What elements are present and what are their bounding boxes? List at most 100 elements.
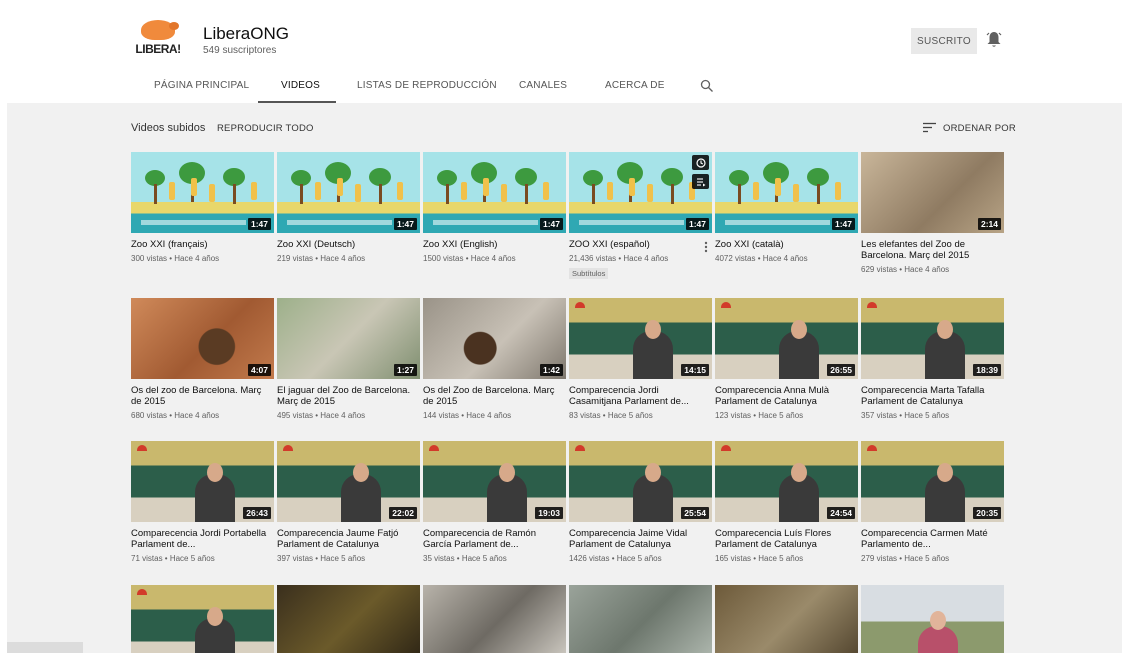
video-card[interactable]: 1:47 Zoo XXI (Deutsch) 219 vistas • Hace 4… — [277, 152, 420, 263]
video-thumbnail[interactable]: 26:55 — [715, 298, 858, 379]
video-title[interactable]: Zoo XXI (català) — [715, 239, 858, 250]
video-thumbnail[interactable]: 14:15 — [569, 298, 712, 379]
video-thumbnail[interactable] — [277, 585, 420, 653]
tab-videos[interactable]: VIDEOS — [281, 80, 320, 91]
sort-icon[interactable] — [923, 122, 936, 133]
video-thumbnail[interactable] — [423, 585, 566, 653]
video-title[interactable]: Les elefantes del Zoo de Barcelona. Març… — [861, 239, 1004, 261]
video-duration: 1:27 — [393, 364, 417, 376]
video-card[interactable] — [277, 585, 420, 653]
more-options-icon[interactable] — [704, 241, 708, 253]
play-all-button[interactable]: REPRODUCIR TODO — [217, 123, 314, 134]
tab-playlists[interactable]: LISTAS DE REPRODUCCIÓN — [357, 80, 497, 91]
parliament-logo-icon — [137, 589, 147, 595]
video-card[interactable]: 18:39 Comparecencia Marta Tafalla Parlame… — [861, 298, 1004, 420]
video-card[interactable] — [569, 585, 712, 653]
video-card[interactable]: 1:47 Zoo XXI (français) 300 vistas • Hace … — [131, 152, 274, 263]
video-duration: 14:15 — [681, 364, 709, 376]
video-title[interactable]: ZOO XXI (español) — [569, 239, 712, 250]
video-title[interactable]: Comparecencia Carmen Maté Parlamento de.… — [861, 528, 1004, 550]
video-title[interactable]: El jaguar del Zoo de Barcelona. Març de … — [277, 385, 420, 407]
video-card[interactable]: 1:47 Zoo XXI (català) 4072 vistas • Hace 4… — [715, 152, 858, 263]
video-title[interactable]: Zoo XXI (français) — [131, 239, 274, 250]
subscribe-button[interactable]: SUSCRITO — [911, 28, 977, 54]
video-title[interactable]: Comparecencia Jordi Portabella Parlament… — [131, 528, 274, 550]
video-card[interactable]: 4:07 Os del zoo de Barcelona. Març de 201… — [131, 298, 274, 420]
video-thumbnail[interactable]: 4:07 — [131, 298, 274, 379]
video-thumbnail[interactable]: 26:43 — [131, 441, 274, 522]
video-thumbnail[interactable]: 24:54 — [715, 441, 858, 522]
video-thumbnail[interactable] — [715, 585, 858, 653]
video-title[interactable]: Comparecencia Jordi Casamitjana Parlamen… — [569, 385, 712, 407]
giraffe-shape — [337, 178, 343, 196]
video-meta: 680 vistas • Hace 4 años — [131, 411, 220, 420]
video-thumbnail[interactable] — [131, 585, 274, 653]
video-card[interactable]: 25:54 Comparecencia Jaime Vidal Parlament… — [569, 441, 712, 563]
tab-channels[interactable]: CANALES — [519, 80, 567, 91]
video-meta: 144 vistas • Hace 4 años — [423, 411, 512, 420]
video-thumbnail[interactable]: 1:47 — [423, 152, 566, 233]
video-card[interactable] — [423, 585, 566, 653]
video-card[interactable]: 20:35 Comparecencia Carmen Maté Parlament… — [861, 441, 1004, 563]
video-title[interactable]: Os del Zoo de Barcelona. Març de 2015 — [423, 385, 566, 407]
giraffe-shape — [835, 182, 841, 200]
video-card[interactable]: 26:55 Comparecencia Anna Mulà Parlament d… — [715, 298, 858, 420]
add-to-queue-icon[interactable] — [692, 174, 709, 189]
video-thumbnail[interactable]: 22:02 — [277, 441, 420, 522]
video-thumbnail[interactable]: 25:54 — [569, 441, 712, 522]
video-card[interactable]: 22:02 Comparecencia Jaume Fatjó Parlament… — [277, 441, 420, 563]
video-title[interactable]: Comparecencia Anna Mulà Parlament de Cat… — [715, 385, 858, 407]
subtitle-strip — [725, 220, 830, 225]
tab-about[interactable]: ACERCA DE — [605, 80, 665, 91]
video-card[interactable]: 1:47 Zoo XXI (English) 1500 vistas • Hace … — [423, 152, 566, 263]
video-thumbnail[interactable]: 1:42 — [423, 298, 566, 379]
channel-name[interactable]: LiberaONG — [203, 24, 289, 44]
video-card[interactable]: 1:42 Os del Zoo de Barcelona. Març de 201… — [423, 298, 566, 420]
video-card[interactable]: 26:43 Comparecencia Jordi Portabella Parl… — [131, 441, 274, 563]
video-thumbnail[interactable]: 1:27 — [277, 298, 420, 379]
video-card[interactable]: 14:15 Comparecencia Jordi Casamitjana Par… — [569, 298, 712, 420]
subtitle-strip — [141, 220, 246, 225]
video-thumbnail[interactable]: 20:35 — [861, 441, 1004, 522]
video-title[interactable]: Os del zoo de Barcelona. Març de 2015 — [131, 385, 274, 407]
video-card[interactable]: 1:47 ZOO XXI (español) 21,436 vistas • Hac… — [569, 152, 712, 281]
video-title[interactable]: Comparecencia Jaume Fatjó Parlament de C… — [277, 528, 420, 550]
video-title[interactable]: Comparecencia Jaime Vidal Parlament de C… — [569, 528, 712, 550]
video-title[interactable]: Zoo XXI (Deutsch) — [277, 239, 420, 250]
video-card[interactable]: 1:27 El jaguar del Zoo de Barcelona. Març… — [277, 298, 420, 420]
video-thumbnail[interactable]: 1:47 — [131, 152, 274, 233]
video-thumbnail[interactable] — [861, 585, 1004, 653]
video-thumbnail[interactable]: 19:03 — [423, 441, 566, 522]
video-duration: 1:47 — [831, 218, 855, 230]
notification-bell-icon[interactable] — [986, 31, 1002, 49]
video-card[interactable] — [131, 585, 274, 653]
video-thumbnail[interactable] — [569, 585, 712, 653]
video-title[interactable]: Comparecencia Marta Tafalla Parlament de… — [861, 385, 1004, 407]
tree-trunk — [154, 184, 157, 204]
video-card[interactable] — [715, 585, 858, 653]
giraffe-shape — [209, 184, 215, 202]
video-thumbnail[interactable]: 1:47 — [569, 152, 712, 233]
video-thumbnail[interactable]: 1:47 — [277, 152, 420, 233]
video-thumbnail[interactable]: 2:14 — [861, 152, 1004, 233]
video-thumbnail[interactable]: 1:47 — [715, 152, 858, 233]
subtitles-badge: Subtítulos — [569, 268, 609, 279]
tab-home[interactable]: PÁGINA PRINCIPAL — [154, 80, 249, 91]
video-duration: 18:39 — [973, 364, 1001, 376]
video-title[interactable]: Comparecencia Luís Flores Parlament de C… — [715, 528, 858, 550]
video-duration: 26:43 — [243, 507, 271, 519]
video-card[interactable]: 19:03 Comparecencia de Ramón García Parla… — [423, 441, 566, 563]
tree-trunk — [300, 184, 303, 204]
channel-avatar[interactable]: LIBERA! — [133, 13, 183, 63]
video-title[interactable]: Comparecencia de Ramón García Parlament … — [423, 528, 566, 550]
search-icon[interactable] — [700, 79, 714, 93]
video-card[interactable] — [861, 585, 1004, 653]
tree-trunk — [671, 184, 674, 204]
video-thumbnail[interactable]: 18:39 — [861, 298, 1004, 379]
watch-later-icon[interactable] — [692, 155, 709, 170]
video-card[interactable]: 2:14 Les elefantes del Zoo de Barcelona. … — [861, 152, 1004, 274]
video-card[interactable]: 24:54 Comparecencia Luís Flores Parlament… — [715, 441, 858, 563]
giraffe-shape — [251, 182, 257, 200]
video-title[interactable]: Zoo XXI (English) — [423, 239, 566, 250]
sort-by-button[interactable]: ORDENAR POR — [943, 123, 1016, 134]
